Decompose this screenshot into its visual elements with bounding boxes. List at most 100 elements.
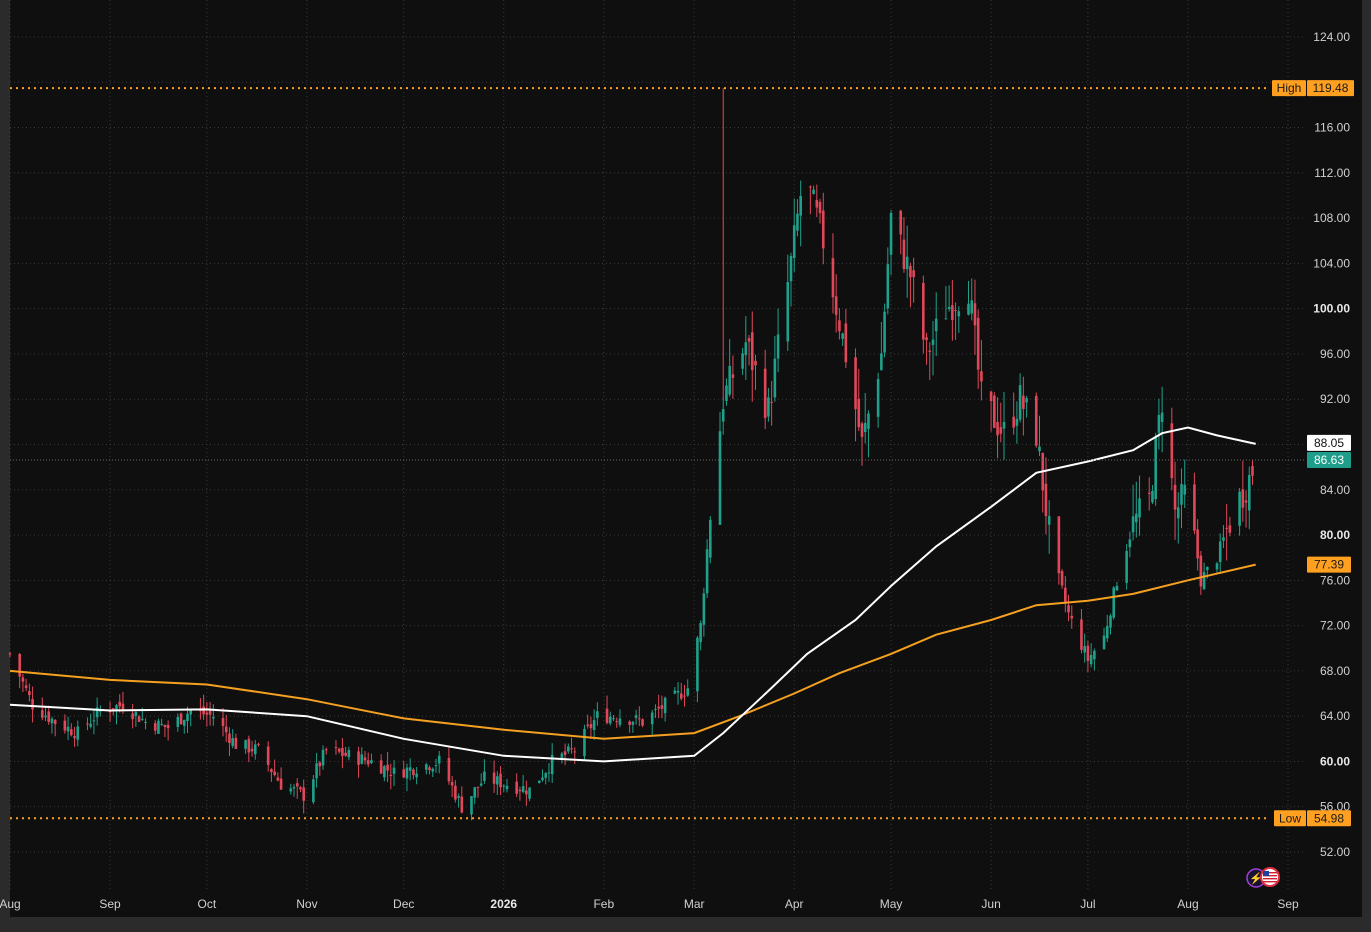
candle[interactable] xyxy=(1034,392,1038,448)
candle-body xyxy=(976,317,980,370)
candle-body xyxy=(24,685,28,688)
candle-body xyxy=(857,398,861,428)
candle-body xyxy=(428,767,431,771)
candle-body xyxy=(312,779,315,803)
candle-body xyxy=(118,701,122,707)
candle-body xyxy=(809,186,812,188)
candle-body xyxy=(1151,490,1154,503)
candle-body xyxy=(821,210,825,249)
candle-body xyxy=(709,519,712,558)
candle-body xyxy=(1109,615,1112,628)
candle-body xyxy=(528,787,531,799)
candle-body xyxy=(957,311,961,317)
candle-body xyxy=(1147,492,1151,494)
us-flag-icon[interactable] xyxy=(1260,867,1280,887)
ma-orange-value-badge-text: 77.39 xyxy=(1314,558,1344,572)
candle-body xyxy=(615,721,619,723)
candle-body xyxy=(731,374,735,378)
candle-body xyxy=(537,780,541,784)
candle-body xyxy=(279,778,283,790)
candle-body xyxy=(228,733,231,743)
candle-body xyxy=(676,690,680,693)
event-icons[interactable]: ⚡ xyxy=(1246,867,1280,888)
candle-body xyxy=(641,719,644,726)
candle-body xyxy=(547,772,551,774)
candle-body xyxy=(176,717,180,727)
candle[interactable] xyxy=(179,712,183,725)
candle-body xyxy=(605,708,609,723)
candle-body xyxy=(505,785,509,790)
candle-body xyxy=(40,710,44,718)
candle-body xyxy=(1022,395,1025,409)
candle[interactable] xyxy=(583,724,586,761)
candle-body xyxy=(518,789,522,792)
candle-body xyxy=(612,718,615,720)
high-value-badge: 119.48 xyxy=(1307,80,1354,97)
candle-body xyxy=(657,706,660,709)
y-tick-label: 92.00 xyxy=(1320,392,1350,406)
candle-body xyxy=(73,736,76,739)
candle-body xyxy=(789,255,793,282)
candle-body xyxy=(273,771,276,776)
candle-body xyxy=(1228,525,1232,533)
candle-body xyxy=(186,713,189,722)
candle-body xyxy=(567,746,570,752)
candle-body xyxy=(276,777,280,781)
candle-body xyxy=(592,720,596,730)
candle[interactable] xyxy=(1112,586,1116,620)
candle-body xyxy=(1102,635,1106,649)
candle-body xyxy=(492,772,496,784)
candle-body xyxy=(86,723,89,725)
candle-body xyxy=(131,713,134,720)
candle-body xyxy=(383,766,386,778)
candle-body xyxy=(63,720,67,731)
y-tick-label: 124.00 xyxy=(1313,30,1350,44)
candle-body xyxy=(47,711,51,722)
candle-body xyxy=(521,786,525,793)
candle-body xyxy=(21,677,25,682)
candle-body xyxy=(1060,571,1064,586)
candle-body xyxy=(902,239,906,269)
candle-body xyxy=(1025,398,1028,403)
candle-body xyxy=(570,748,573,750)
candle-body xyxy=(1215,563,1219,570)
x-tick-label: 2026 xyxy=(490,897,517,911)
candle-body xyxy=(841,333,844,339)
candle-body xyxy=(44,715,47,718)
candle[interactable] xyxy=(537,780,541,784)
candle-body xyxy=(1196,529,1199,559)
high-label-badge: High xyxy=(1272,80,1306,97)
candle-body xyxy=(160,724,163,726)
candle-body xyxy=(860,423,864,437)
candle-body xyxy=(996,421,999,436)
candle[interactable] xyxy=(312,775,315,805)
candle-body xyxy=(583,728,586,757)
x-tick-label: Jul xyxy=(1080,897,1095,911)
candle[interactable] xyxy=(993,392,996,429)
candle-body xyxy=(818,201,822,214)
candle-body xyxy=(334,747,338,749)
candle-body xyxy=(702,593,706,625)
candle-body xyxy=(880,353,883,371)
low-value-badge-text: 54.98 xyxy=(1314,811,1344,825)
candle-body xyxy=(363,757,367,761)
candle-body xyxy=(750,332,754,371)
candle[interactable] xyxy=(709,516,712,564)
candle-body xyxy=(1160,412,1164,422)
y-tick-label: 60.00 xyxy=(1320,754,1350,768)
candle-body xyxy=(1057,516,1061,574)
candle-body xyxy=(544,773,548,778)
price-chart[interactable]: 124.00 116.00 112.00 108.00 104.00 100.00 96.0… xyxy=(0,0,1371,932)
candle-body xyxy=(224,726,228,733)
candle-body xyxy=(767,397,770,417)
candle[interactable] xyxy=(157,718,160,734)
candle-body xyxy=(460,796,464,813)
candle-body xyxy=(321,749,325,766)
candle-body xyxy=(31,699,34,710)
y-tick-label: 96.00 xyxy=(1320,347,1350,361)
candle-body xyxy=(1047,516,1051,525)
candle[interactable] xyxy=(1154,432,1157,506)
candle-body xyxy=(1086,645,1090,661)
candle-body xyxy=(796,213,799,231)
candle-body xyxy=(1083,646,1086,653)
